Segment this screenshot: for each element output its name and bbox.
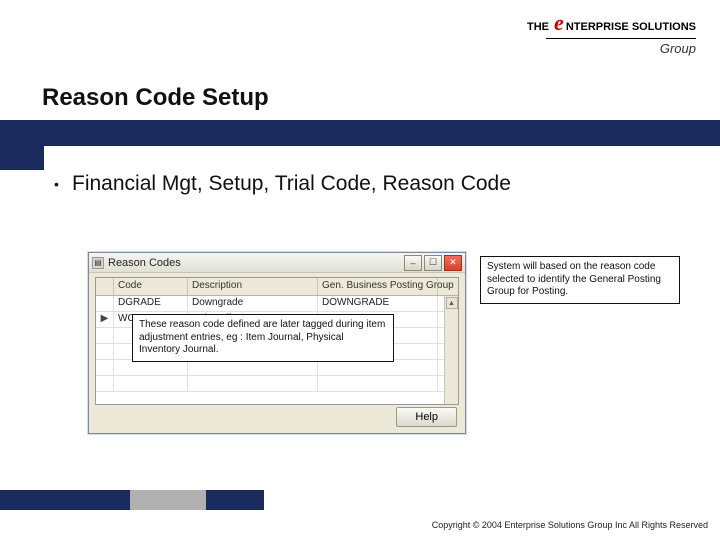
side-accent	[0, 146, 44, 170]
table-row[interactable]	[96, 360, 458, 376]
close-button[interactable]: ✕	[444, 255, 462, 271]
window-icon: ▤	[92, 257, 104, 269]
slide-title: Reason Code Setup	[42, 84, 269, 112]
table-row[interactable]: DGRADE Downgrade DOWNGRADE	[96, 296, 458, 312]
logo-subtext: Group	[527, 39, 696, 56]
scroll-up-icon[interactable]: ▲	[446, 297, 458, 309]
bullet-dot-icon: •	[54, 176, 59, 192]
logo-e-icon: e	[552, 10, 566, 35]
window-title: Reason Codes	[108, 257, 400, 269]
minimize-button[interactable]: –	[404, 255, 422, 271]
col-gbpg[interactable]: Gen. Business Posting Group	[318, 278, 438, 295]
callout-usage: These reason code defined are later tagg…	[132, 314, 394, 362]
help-button[interactable]: Help	[396, 407, 457, 427]
titlebar: ▤ Reason Codes – ☐ ✕	[89, 253, 465, 273]
row-pointer-icon: ▶	[96, 312, 114, 327]
logo-block: THE eNTERPRISE SOLUTIONS Group	[527, 10, 696, 56]
window-footer: Help	[89, 407, 465, 427]
header-bar	[0, 120, 720, 146]
callout-posting-group: System will based on the reason code sel…	[480, 256, 680, 304]
col-code[interactable]: Code	[114, 278, 188, 295]
maximize-button[interactable]: ☐	[424, 255, 442, 271]
bottom-accent-strip	[0, 490, 264, 510]
table-row[interactable]	[96, 376, 458, 392]
vertical-scrollbar[interactable]: ▲	[444, 296, 458, 404]
col-description[interactable]: Description	[188, 278, 318, 295]
copyright-text: Copyright © 2004 Enterprise Solutions Gr…	[432, 520, 708, 530]
logo-text: THE eNTERPRISE SOLUTIONS	[527, 10, 696, 36]
bullet-breadcrumb: • Financial Mgt, Setup, Trial Code, Reas…	[72, 172, 632, 196]
grid-header: Code Description Gen. Business Posting G…	[96, 278, 458, 296]
